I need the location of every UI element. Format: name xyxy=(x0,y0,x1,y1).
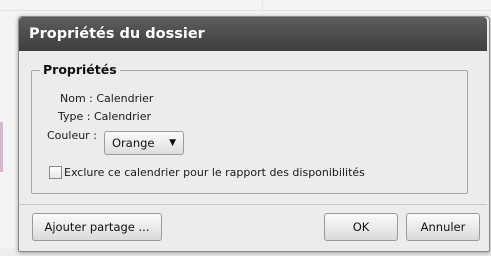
dialog-title: Propriétés du dossier xyxy=(29,26,205,42)
exclude-checkbox[interactable] xyxy=(49,166,62,179)
properties-legend: Propriétés xyxy=(40,62,120,77)
background-calendar-hint xyxy=(0,122,3,172)
type-label: Type : Calendrier xyxy=(58,110,152,123)
ok-button[interactable]: OK xyxy=(324,213,398,241)
exclude-checkbox-label[interactable]: Exclure ce calendrier pour le rapport de… xyxy=(64,166,365,179)
background-divider xyxy=(262,0,263,12)
dropdown-arrow-icon: ▼ xyxy=(169,138,176,148)
dialog-titlebar[interactable]: Propriétés du dossier xyxy=(19,17,487,51)
background-line xyxy=(0,10,491,11)
name-label: Nom : Calendrier xyxy=(60,92,154,105)
dialog-footer-divider xyxy=(19,204,487,205)
add-share-button[interactable]: Ajouter partage ... xyxy=(32,213,162,241)
color-select[interactable]: Orange ▼ xyxy=(104,131,184,155)
color-select-value: Orange xyxy=(112,136,155,150)
cancel-button[interactable]: Annuler xyxy=(406,213,480,241)
color-label: Couleur : xyxy=(47,129,97,142)
